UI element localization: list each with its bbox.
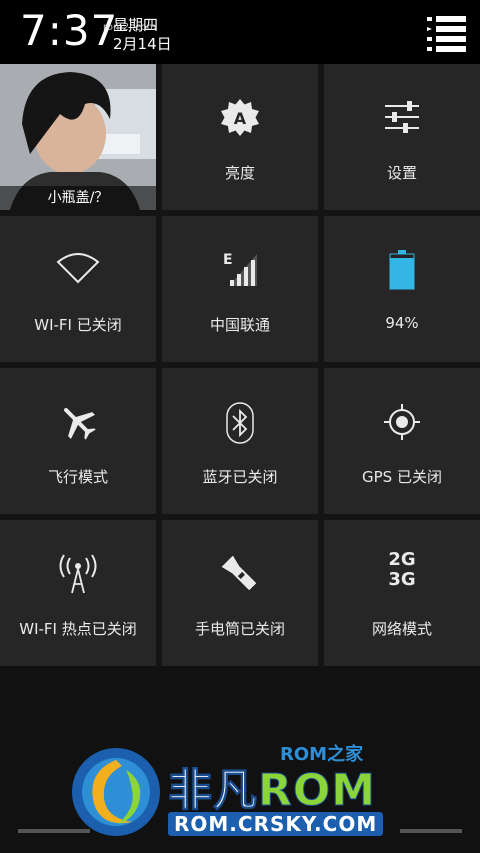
watermark-logo: ROM之家 非凡ROM ROM.CRSKY.COM [66, 740, 411, 845]
network-icon-2g: 2G [388, 549, 416, 570]
battery-tile[interactable]: 94% [324, 216, 480, 362]
watermark-small: rom2j.com [103, 22, 157, 33]
bluetooth-icon [226, 402, 254, 444]
network-mode-tile[interactable]: 2G 3G 网络模式 [324, 520, 480, 666]
profile-photo-tile[interactable]: 小瓶盖/？ [0, 64, 156, 210]
wifi-tile[interactable]: WI-FI 已关闭 [0, 216, 156, 362]
tile-label: 蓝牙已关闭 [202, 468, 278, 486]
tile-label: GPS 已关闭 [362, 468, 442, 486]
gps-tile[interactable]: GPS 已关闭 [324, 368, 480, 514]
logo-brand-cn: 非凡 [168, 765, 258, 817]
brightness-tile[interactable]: A 亮度 [162, 64, 318, 210]
tile-label: 手电筒已关闭 [194, 620, 285, 638]
hotspot-tile[interactable]: WI-FI 热点已关闭 [0, 520, 156, 666]
logo-brand-rom: ROM [257, 765, 377, 817]
tile-label: 网络模式 [371, 620, 432, 638]
airplane-tile[interactable]: 飞行模式 [0, 368, 156, 514]
tile-label: 中国联通 [209, 316, 270, 334]
wifi-icon [56, 253, 100, 284]
profile-name: 小瓶盖/？ [0, 186, 156, 210]
svg-text:E: E [223, 252, 233, 268]
signal-e-icon: E [223, 252, 257, 286]
battery-icon [389, 250, 415, 290]
tile-label: 设置 [386, 164, 417, 182]
svg-text:A: A [234, 109, 247, 128]
tile-label: 亮度 [224, 164, 255, 182]
date: 2月14日 [113, 35, 172, 53]
tile-label: 94% [385, 314, 419, 332]
tile-label: WI-FI 热点已关闭 [19, 620, 137, 638]
logo-swirl-icon [72, 748, 160, 836]
bluetooth-tile[interactable]: 蓝牙已关闭 [162, 368, 318, 514]
list-menu-icon[interactable] [424, 14, 468, 52]
tile-label: WI-FI 已关闭 [34, 316, 122, 334]
tile-label: 飞行模式 [47, 468, 108, 486]
airplane-icon [63, 407, 96, 440]
gps-icon [384, 404, 420, 440]
logo-url: ROM.CRSKY.COM [168, 812, 384, 836]
network-2g3g-icon: 2G 3G [388, 550, 415, 590]
logo-brand: 非凡ROM [168, 754, 376, 818]
status-bar: 7:37 星期四 rom2j.com 2月14日 [0, 0, 480, 64]
network-icon-3g: 3G [388, 569, 416, 590]
auto-brightness-icon: A [221, 99, 259, 136]
hotspot-icon [59, 554, 97, 594]
flashlight-tile[interactable]: 手电筒已关闭 [162, 520, 318, 666]
carrier-tile[interactable]: E 中国联通 [162, 216, 318, 362]
flashlight-icon [221, 555, 257, 591]
settings-tile[interactable]: 设置 [324, 64, 480, 210]
settings-sliders-icon [385, 101, 419, 133]
